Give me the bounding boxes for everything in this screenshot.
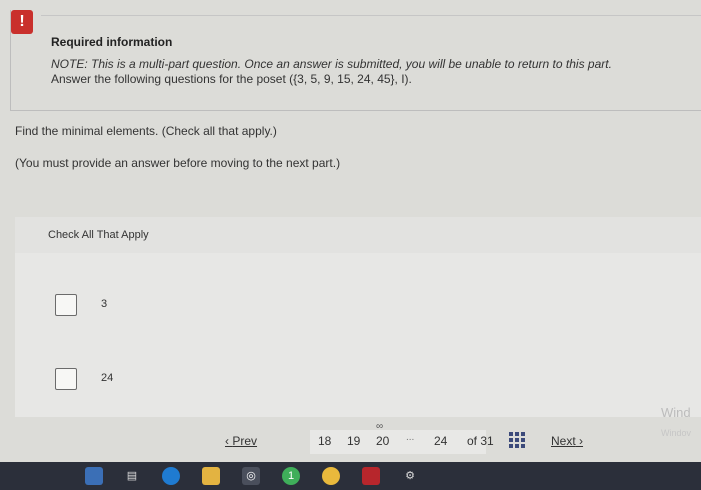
whatsapp-badge: 1	[287, 470, 295, 482]
page-19[interactable]: 19	[347, 434, 360, 448]
camera-icon[interactable]: ◎	[242, 467, 260, 485]
whatsapp-icon[interactable]: 1	[282, 467, 300, 485]
answer-header: Check All That Apply	[15, 217, 701, 253]
note-text: NOTE: This is a multi-part question. Onc…	[51, 57, 612, 71]
folder-icon[interactable]	[202, 467, 220, 485]
edge-icon[interactable]	[162, 467, 180, 485]
check-all-label: Check All That Apply	[48, 229, 149, 241]
windows-activation-watermark-sub: Windov	[661, 428, 692, 438]
checkbox[interactable]	[55, 294, 77, 316]
alert-icon: !	[11, 10, 33, 34]
task-view-icon[interactable]: ▤	[123, 467, 141, 485]
link-icon: ∞	[376, 421, 384, 432]
next-label: Next	[551, 434, 576, 448]
page-list: 18 19 ∞ 20 ... 24	[310, 421, 486, 454]
warning-text: (You must provide an answer before movin…	[15, 156, 341, 170]
page-total: of 31	[467, 434, 494, 448]
settings-icon[interactable]: ⚙	[401, 467, 419, 485]
page-ellipsis: ...	[406, 432, 415, 443]
next-button[interactable]: Next ›	[551, 434, 583, 448]
chrome-icon[interactable]	[322, 467, 340, 485]
required-information-title: Required information	[51, 35, 173, 49]
windows-activation-watermark: Wind	[661, 405, 691, 420]
answer-panel: Check All That Apply 3 24	[15, 217, 701, 417]
page-20[interactable]: 20	[376, 434, 389, 448]
intro-text: Answer the following questions for the p…	[51, 72, 412, 86]
taskbar: ▤ ◎ 1 ⚙	[0, 462, 701, 490]
prev-label: Prev	[232, 434, 258, 448]
option-label: 3	[101, 298, 108, 310]
page-18[interactable]: 18	[318, 434, 331, 448]
file-explorer-icon[interactable]	[85, 467, 103, 485]
prev-button[interactable]: ‹ Prev	[225, 434, 257, 448]
grid-icon[interactable]	[509, 432, 525, 448]
alert-box: ! Required information NOTE: This is a m…	[10, 10, 701, 111]
checkbox[interactable]	[55, 368, 77, 390]
acrobat-icon[interactable]	[362, 467, 380, 485]
option-label: 24	[101, 372, 114, 384]
question-text: Find the minimal elements. (Check all th…	[15, 124, 277, 138]
page-24[interactable]: 24	[434, 434, 447, 448]
